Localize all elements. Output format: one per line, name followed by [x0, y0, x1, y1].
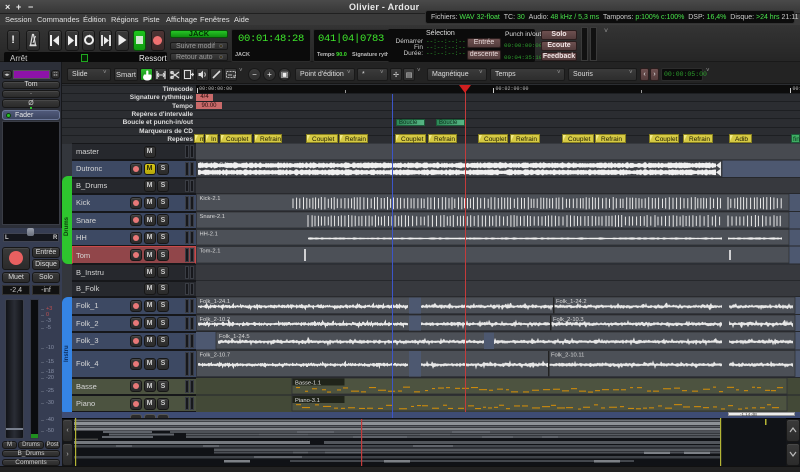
svg-text:Folk_1-24.2: Folk_1-24.2 — [556, 299, 587, 305]
svg-text:Folk_1-24.5: Folk_1-24.5 — [219, 334, 250, 340]
svg-text:Snare-2.1: Snare-2.1 — [200, 214, 225, 220]
svg-text:Folk_1-24.1: Folk_1-24.1 — [200, 299, 231, 305]
svg-text:Folk_2-10.3: Folk_2-10.3 — [553, 317, 584, 323]
svg-text:Tom-2.1: Tom-2.1 — [200, 249, 221, 255]
svg-text:Folk_2-10.7: Folk_2-10.7 — [200, 353, 231, 359]
svg-text:Basse-1.1: Basse-1.1 — [295, 380, 321, 386]
svg-text:Kick-2.1: Kick-2.1 — [200, 196, 221, 202]
svg-text:HH-2.1: HH-2.1 — [200, 232, 218, 238]
svg-text:Folk_2-10.11: Folk_2-10.11 — [551, 353, 584, 359]
svg-text:Piano-3.1: Piano-3.1 — [295, 398, 320, 404]
